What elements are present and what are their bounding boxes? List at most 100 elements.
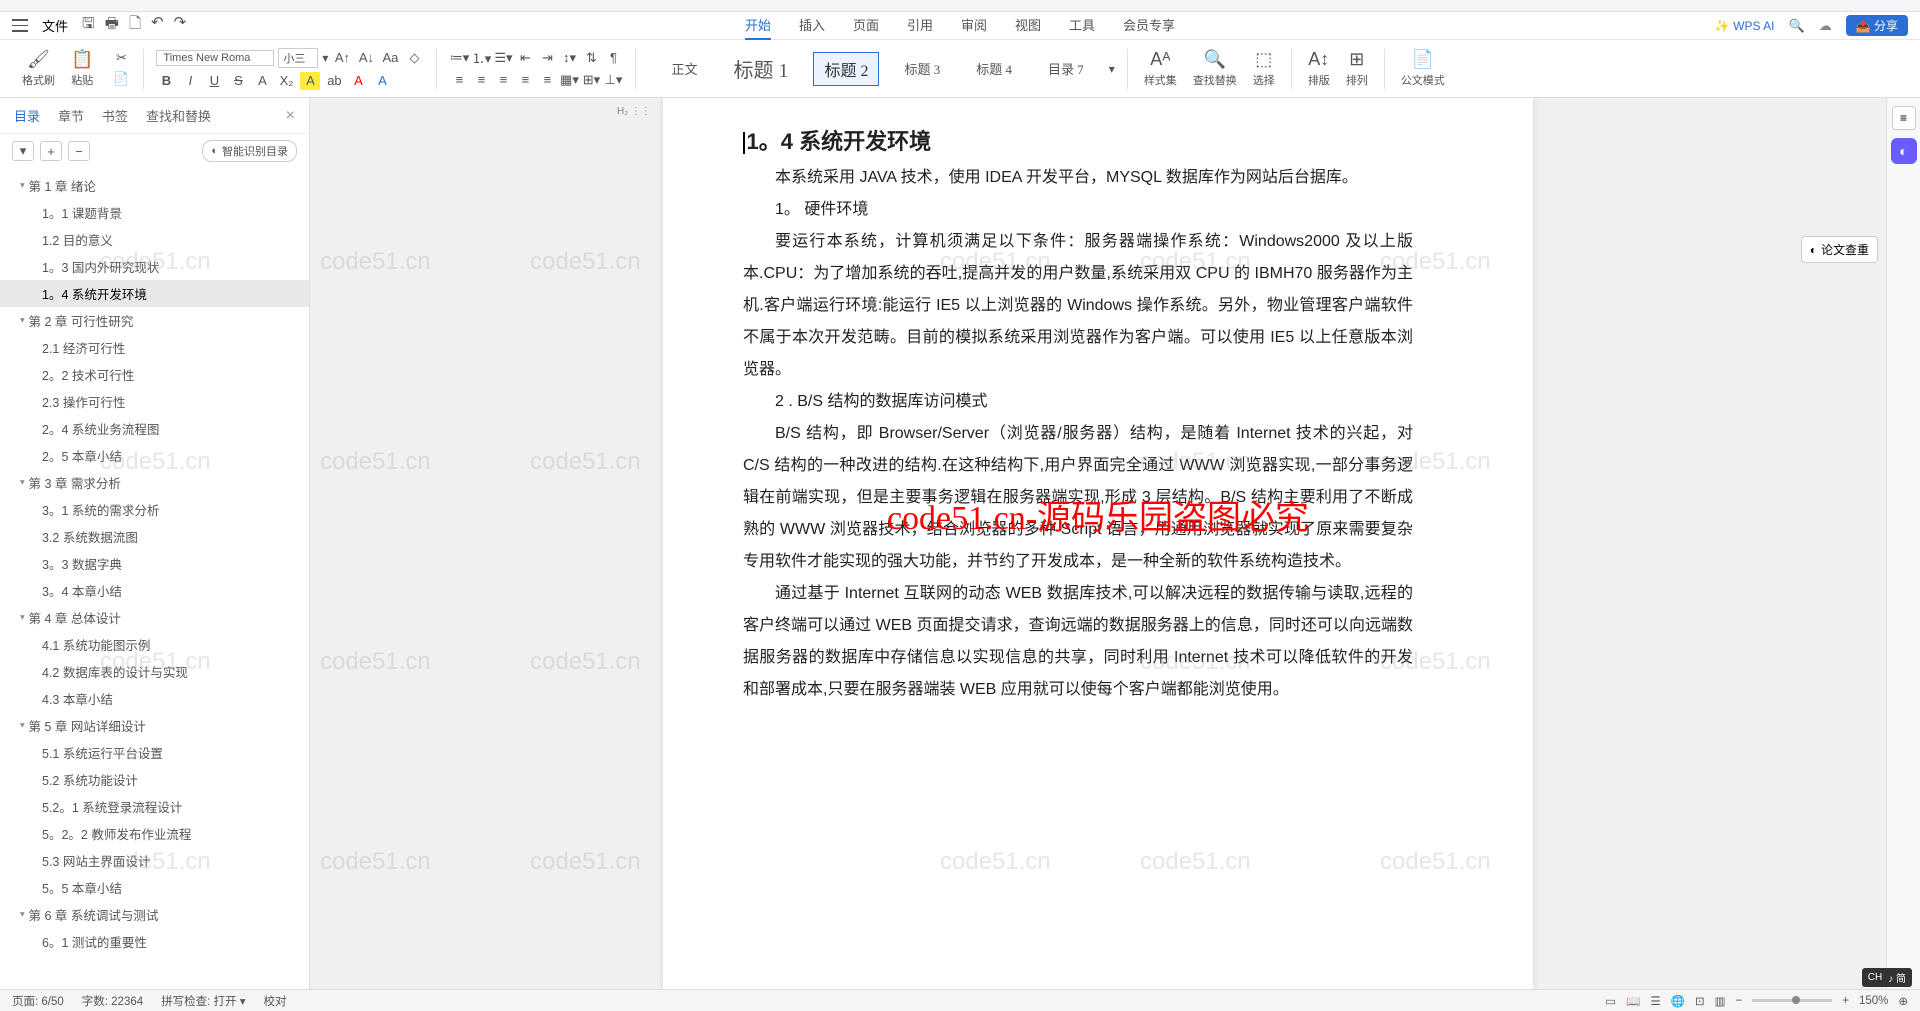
toc-chapter[interactable]: 第 4 章 总体设计: [0, 604, 309, 631]
toc-chapter[interactable]: 第 3 章 需求分析: [0, 469, 309, 496]
toc-chapter[interactable]: 第 2 章 可行性研究: [0, 307, 309, 334]
toc-dropdown-icon[interactable]: ▾: [12, 141, 34, 161]
style-h4[interactable]: 标题 4: [965, 54, 1023, 83]
essay-check-button[interactable]: ◐ 论文查重: [1801, 236, 1878, 263]
underline-button[interactable]: U: [204, 72, 224, 90]
tab-member[interactable]: 会员专享: [1123, 11, 1175, 40]
toc-remove-icon[interactable]: −: [68, 141, 90, 161]
toc-item[interactable]: 6。1 测试的重要性: [0, 928, 309, 955]
select-button[interactable]: ⬚选择: [1249, 49, 1279, 88]
style-h1[interactable]: 标题 1: [722, 49, 799, 88]
save-icon[interactable]: 🖫: [82, 13, 95, 38]
grow-font-icon[interactable]: A↑: [332, 49, 352, 67]
toc-item[interactable]: 1.2 目的意义: [0, 226, 309, 253]
tabs-icon[interactable]: ⊥▾: [603, 71, 623, 89]
toc-item[interactable]: 5.3 网站主界面设计: [0, 847, 309, 874]
sub-heading[interactable]: 1。 硬件环境: [743, 194, 1413, 226]
zoom-slider[interactable]: [1752, 999, 1832, 1002]
toc-chapter[interactable]: 第 1 章 绪论: [0, 172, 309, 199]
paragraph[interactable]: 通过基于 Internet 互联网的动态 WEB 数据库技术,可以解决远程的数据…: [743, 578, 1413, 706]
preview-icon[interactable]: 🗋: [129, 13, 141, 38]
search-icon[interactable]: 🔍: [1789, 18, 1805, 34]
view-outline-icon[interactable]: ☰: [1650, 994, 1660, 1008]
change-case-icon[interactable]: Aa: [380, 49, 400, 67]
status-page[interactable]: 页面: 6/50: [12, 993, 64, 1009]
redo-icon[interactable]: ↷: [174, 13, 187, 38]
paragraph[interactable]: 要运行本系统，计算机须满足以下条件：服务器端操作系统：Windows2000 及…: [743, 226, 1413, 386]
tab-review[interactable]: 审阅: [961, 11, 987, 40]
sort-icon[interactable]: ⇅: [581, 49, 601, 67]
align-center-icon[interactable]: ≡: [471, 71, 491, 89]
style-more-icon[interactable]: ▾: [1109, 62, 1115, 76]
show-marks-icon[interactable]: ¶: [603, 49, 623, 67]
toc-item[interactable]: 1。3 国内外研究现状: [0, 253, 309, 280]
bullets-icon[interactable]: ≔▾: [449, 49, 469, 67]
file-menu[interactable]: 文件: [42, 16, 68, 35]
view-web-icon[interactable]: 🌐: [1671, 994, 1685, 1008]
multilevel-icon[interactable]: ☰▾: [493, 49, 513, 67]
paste-button[interactable]: 📋粘贴: [67, 49, 97, 88]
font-size-select[interactable]: 小三: [278, 48, 318, 68]
ime-indicator[interactable]: CH♪ 简: [1862, 968, 1912, 987]
toc-item[interactable]: 4.2 数据库表的设计与实现: [0, 658, 309, 685]
clear-format-icon[interactable]: ◇: [404, 49, 424, 67]
status-proof[interactable]: 校对: [264, 993, 287, 1009]
font-size-dropdown-icon[interactable]: ▾: [322, 51, 328, 65]
copy-icon[interactable]: 📄: [111, 70, 131, 88]
status-spellcheck[interactable]: 拼写检查: 打开 ▾: [161, 993, 245, 1009]
phonetic-button[interactable]: ab: [324, 72, 344, 90]
share-button[interactable]: 📤 分享: [1846, 15, 1908, 36]
toc-item[interactable]: 5.1 系统运行平台设置: [0, 739, 309, 766]
sidebar-tab-bookmark[interactable]: 书签: [102, 106, 128, 125]
zoom-out-icon[interactable]: −: [1736, 995, 1743, 1007]
fit-page-icon[interactable]: ⊕: [1898, 994, 1908, 1008]
tab-page[interactable]: 页面: [853, 11, 879, 40]
print-icon[interactable]: 🖶: [105, 13, 119, 38]
italic-button[interactable]: I: [180, 72, 200, 90]
style-toc[interactable]: 目录 7: [1037, 54, 1095, 83]
line-spacing-icon[interactable]: ↕▾: [559, 49, 579, 67]
heading-2[interactable]: 1。4 系统开发环境: [743, 124, 1413, 156]
toc-item[interactable]: 3。1 系统的需求分析: [0, 496, 309, 523]
style-h2[interactable]: 标题 2: [813, 52, 879, 86]
toc-chapter[interactable]: 第 5 章 网站详细设计: [0, 712, 309, 739]
toc-item[interactable]: 5。2。2 教师发布作业流程: [0, 820, 309, 847]
font-color-button[interactable]: A: [348, 72, 368, 90]
toc-item[interactable]: 4.1 系统功能图示例: [0, 631, 309, 658]
align-justify-icon[interactable]: ≡: [515, 71, 535, 89]
view-split-icon[interactable]: ▥: [1715, 994, 1726, 1008]
official-doc-button[interactable]: 📄公文模式: [1397, 49, 1449, 88]
borders-icon[interactable]: ⊞▾: [581, 71, 601, 89]
undo-icon[interactable]: ↶: [151, 13, 164, 38]
tab-insert[interactable]: 插入: [799, 11, 825, 40]
toc-chapter[interactable]: 第 6 章 系统调试与测试: [0, 901, 309, 928]
highlight-button[interactable]: A: [300, 72, 320, 90]
toc-item[interactable]: 5.2 系统功能设计: [0, 766, 309, 793]
find-replace-button[interactable]: 🔍查找替换: [1189, 49, 1241, 88]
tab-reference[interactable]: 引用: [907, 11, 933, 40]
toc-item[interactable]: 2。5 本章小结: [0, 442, 309, 469]
cloud-icon[interactable]: ☁: [1819, 18, 1832, 34]
subscript-button[interactable]: X₂: [276, 72, 296, 90]
toc-add-icon[interactable]: +: [40, 141, 62, 161]
wps-ai-button[interactable]: ✨ WPS AI: [1715, 19, 1775, 33]
shading-icon[interactable]: ▦▾: [559, 71, 579, 89]
style-body[interactable]: 正文: [660, 54, 708, 83]
sub-heading[interactable]: 2 . B/S 结构的数据库访问模式: [743, 386, 1413, 418]
style-h3[interactable]: 标题 3: [893, 54, 951, 83]
toc-item[interactable]: 2.3 操作可行性: [0, 388, 309, 415]
increase-indent-icon[interactable]: ⇥: [537, 49, 557, 67]
align-distribute-icon[interactable]: ≡: [537, 71, 557, 89]
toc-item[interactable]: 5.2。1 系统登录流程设计: [0, 793, 309, 820]
sidebar-tab-chapter[interactable]: 章节: [58, 106, 84, 125]
toc-item[interactable]: 3。4 本章小结: [0, 577, 309, 604]
toc-item[interactable]: 2。2 技术可行性: [0, 361, 309, 388]
toc-item[interactable]: 1。1 课题背景: [0, 199, 309, 226]
strike-button[interactable]: S: [228, 72, 248, 90]
toc-item[interactable]: 1。4 系统开发环境: [0, 280, 309, 307]
hamburger-icon[interactable]: [12, 18, 28, 34]
view-focus-icon[interactable]: ⊡: [1695, 994, 1705, 1008]
essay-check-icon[interactable]: ◐: [1891, 138, 1917, 164]
style-set-button[interactable]: Aᴬ样式集: [1140, 49, 1181, 88]
align-left-icon[interactable]: ≡: [449, 71, 469, 89]
